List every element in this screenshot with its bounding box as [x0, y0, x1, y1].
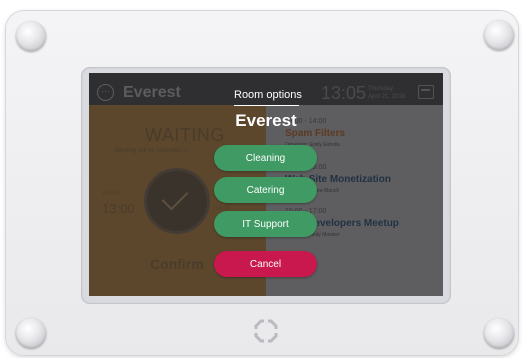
- screen: ··· Everest 13:05 Thursday April 21, 201…: [89, 73, 443, 296]
- device-logo-icon: [253, 318, 279, 344]
- it-support-button[interactable]: IT Support: [214, 211, 317, 237]
- corner-screw-bottom-right: [484, 318, 514, 348]
- corner-screw-top-right: [484, 20, 514, 50]
- cleaning-button[interactable]: Cleaning: [214, 145, 317, 171]
- catering-button[interactable]: Catering: [214, 177, 317, 203]
- room-options-tab[interactable]: Room options: [234, 89, 302, 101]
- cancel-button[interactable]: Cancel: [214, 251, 317, 277]
- corner-screw-top-left: [16, 21, 46, 51]
- tab-underline: [234, 105, 299, 106]
- corner-screw-bottom-left: [16, 318, 46, 348]
- dialog-title: Everest: [235, 111, 297, 130]
